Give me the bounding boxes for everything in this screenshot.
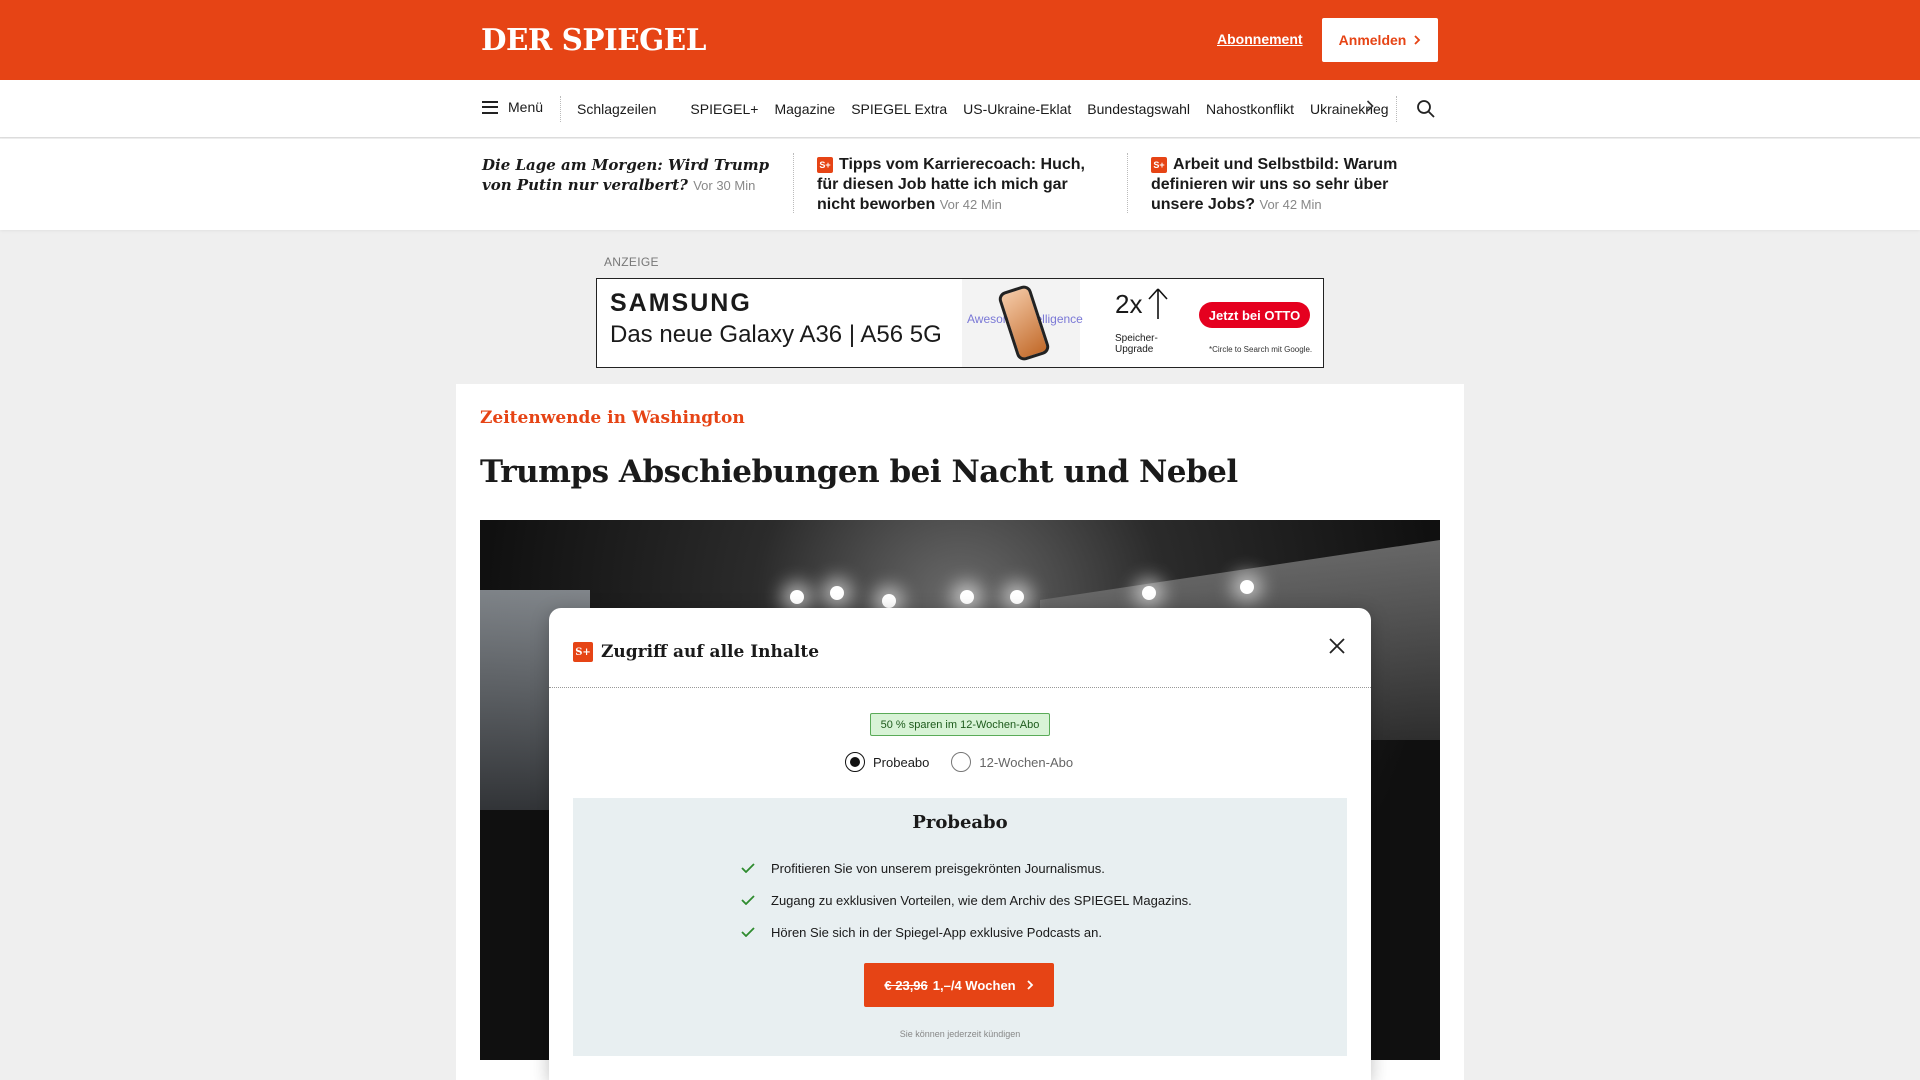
close-icon[interactable]	[1325, 634, 1349, 658]
nav-item-us-ukraine-eklat[interactable]: US-Ukraine-Eklat	[963, 101, 1071, 117]
teaser-divider	[1127, 153, 1128, 213]
ad-brand: SAMSUNG	[610, 289, 752, 317]
plan-selector: Probeabo 12-Wochen-Abo	[845, 752, 1073, 772]
radio-12-wochen-abo-label[interactable]: 12-Wochen-Abo	[979, 755, 1073, 770]
benefit-list: Profitieren Sie von unserem preisgekrönt…	[741, 852, 1192, 948]
teaser-strip: Die Lage am Morgen: Wird Trump von Putin…	[0, 139, 1920, 230]
abonnement-link[interactable]: Abonnement	[1217, 31, 1303, 47]
navigation-bar: Menü Schlagzeilen SPIEGEL+ Magazine SPIE…	[0, 80, 1920, 138]
plan-title: Probeabo	[912, 812, 1008, 833]
search-icon[interactable]	[1416, 99, 1436, 119]
benefit-text: Profitieren Sie von unserem preisgekrönt…	[771, 860, 1105, 876]
ad-fineprint: *Circle to Search mit Google.	[1209, 345, 1313, 354]
nav-item-spiegel-extra[interactable]: SPIEGEL Extra	[851, 101, 947, 117]
subscribe-button[interactable]: € 23,96 1,–/4 Wochen	[864, 963, 1054, 1007]
nav-divider	[1396, 96, 1397, 122]
samsung-ad-banner[interactable]: SAMSUNG Das neue Galaxy A36 | A56 5G Awe…	[596, 278, 1324, 368]
chevron-right-icon	[1414, 35, 1421, 45]
spiegel-plus-icon: S+	[1151, 157, 1167, 173]
benefit-item: Hören Sie sich in der Spiegel-App exklus…	[741, 916, 1192, 948]
arrow-up-icon	[1148, 288, 1168, 319]
old-price: € 23,96	[884, 977, 928, 993]
check-icon	[741, 863, 755, 873]
light-source	[960, 590, 974, 604]
benefit-item: Zugang zu exklusiven Vorteilen, wie dem …	[741, 884, 1192, 916]
modal-title: Zugriff auf alle Inhalte	[601, 642, 820, 662]
chevron-right-icon	[1026, 980, 1033, 990]
light-source	[790, 590, 804, 604]
ad-label: ANZEIGE	[604, 255, 659, 269]
top-header: DER SPIEGEL Abonnement Anmelden	[0, 0, 1920, 80]
subscription-modal: S+ Zugriff auf alle Inhalte 50 % sparen …	[549, 608, 1371, 1080]
benefit-text: Hören Sie sich in der Spiegel-App exklus…	[771, 924, 1102, 940]
nav-next-chevron-icon[interactable]	[1366, 100, 1374, 112]
benefit-item: Profitieren Sie von unserem preisgekrönt…	[741, 852, 1192, 884]
teaser-item[interactable]: S+ Arbeit und Selbstbild: Warum definiere…	[1151, 155, 1441, 215]
nav-item-spiegel-plus[interactable]: SPIEGEL+	[690, 101, 758, 117]
radio-probeabo[interactable]	[845, 752, 865, 772]
article-headline: Trumps Abschiebungen bei Nacht und Nebel	[480, 454, 1238, 490]
ad-upgrade-big: 2x	[1115, 289, 1143, 319]
radio-probeabo-label[interactable]: Probeabo	[873, 755, 929, 770]
nav-item-magazine[interactable]: Magazine	[774, 101, 835, 117]
menu-label: Menü	[508, 99, 544, 115]
article-kicker: Zeitenwende in Washington	[480, 408, 745, 428]
nav-item-schlagzeilen[interactable]: Schlagzeilen	[577, 101, 656, 117]
nav-divider	[560, 96, 561, 122]
nav-item-bundestagswahl[interactable]: Bundestagswahl	[1087, 101, 1190, 117]
spiegel-plus-icon: S+	[817, 157, 833, 173]
modal-header: S+ Zugriff auf alle Inhalte	[573, 642, 819, 662]
spiegel-logo[interactable]: DER SPIEGEL	[481, 23, 706, 58]
teaser-item[interactable]: S+ Tipps vom Karrierecoach: Huch, für die…	[817, 155, 1107, 215]
benefit-text: Zugang zu exklusiven Vorteilen, wie dem …	[771, 892, 1192, 908]
login-button[interactable]: Anmelden	[1322, 18, 1438, 62]
spiegel-plus-icon: S+	[573, 642, 593, 662]
radio-12-wochen-abo[interactable]	[951, 752, 972, 772]
ad-upgrade-small: Speicher-Upgrade	[1115, 333, 1158, 355]
teaser-time: Vor 42 Min	[939, 197, 1002, 212]
light-source	[1142, 586, 1156, 600]
teaser-item[interactable]: Die Lage am Morgen: Wird Trump von Putin…	[482, 155, 774, 196]
teaser-time: Vor 30 Min	[693, 178, 756, 193]
ad-product: Das neue Galaxy A36 | A56 5G	[610, 321, 942, 348]
light-source	[882, 594, 896, 608]
new-price: 1,–/4 Wochen	[932, 977, 1016, 993]
hamburger-icon	[482, 100, 498, 114]
check-icon	[741, 895, 755, 905]
light-source	[830, 586, 844, 600]
check-icon	[741, 927, 755, 937]
plan-box: Probeabo Profitieren Sie von unserem pre…	[573, 798, 1347, 1056]
teaser-divider	[793, 153, 794, 213]
cancel-note: Sie können jederzeit kündigen	[899, 1029, 1021, 1039]
nav-item-nahostkonflikt[interactable]: Nahostkonflikt	[1206, 101, 1294, 117]
savings-badge: 50 % sparen im 12-Wochen-Abo	[870, 713, 1050, 736]
light-source	[1240, 580, 1254, 594]
nav-item-ukrainekrieg[interactable]: Ukrainekrieg	[1310, 101, 1389, 117]
teaser-time: Vor 42 Min	[1259, 197, 1322, 212]
nav-items: Schlagzeilen SPIEGEL+ Magazine SPIEGEL E…	[577, 101, 1405, 117]
ad-otto-button[interactable]: Jetzt bei OTTO	[1199, 302, 1310, 328]
login-button-label: Anmelden	[1338, 32, 1407, 48]
light-source	[1010, 590, 1024, 604]
menu-button[interactable]: Menü	[482, 99, 543, 115]
modal-divider	[549, 687, 1371, 688]
